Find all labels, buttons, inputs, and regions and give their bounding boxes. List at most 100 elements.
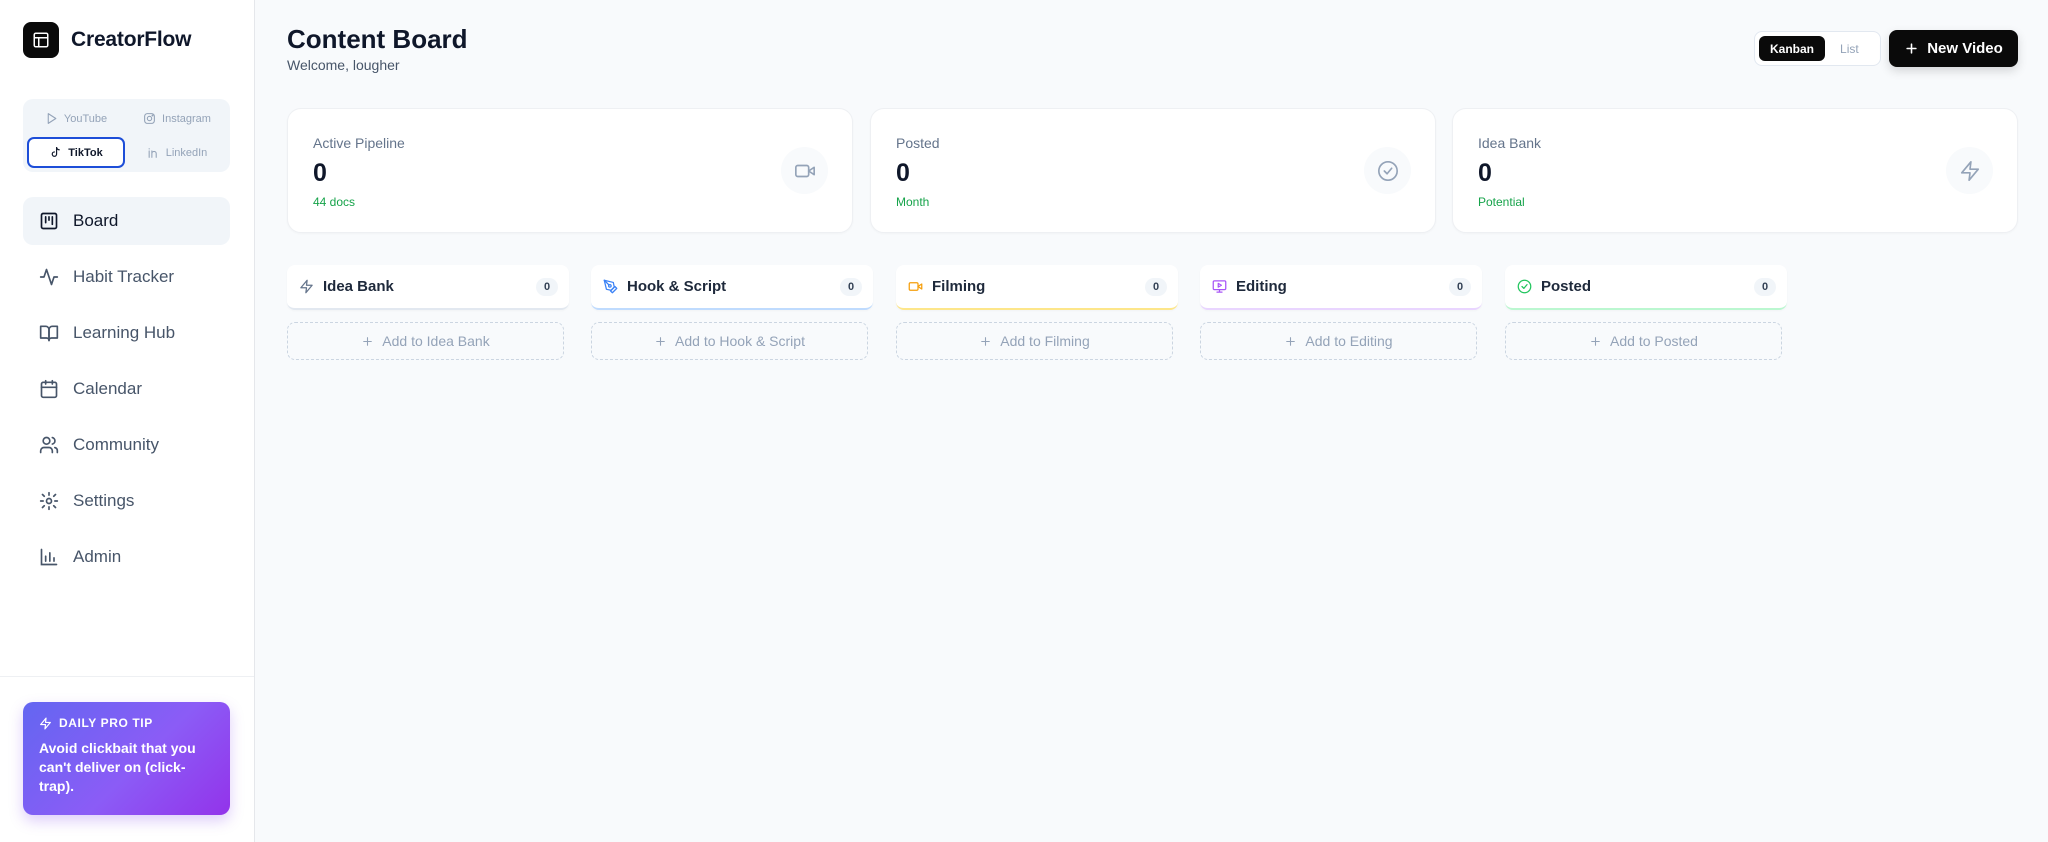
main-nav: Board Habit Tracker Learning Hub Calenda… [23,197,230,589]
nav-item-learning-hub[interactable]: Learning Hub [23,309,230,357]
plus-icon [363,336,373,346]
stat-label: Posted [896,135,940,151]
nav-item-label: Habit Tracker [73,267,175,286]
tip-heading-text: DAILY PRO TIP [59,716,153,730]
platform-linkedin[interactable]: LinkedIn [128,137,226,168]
add-to-column-button[interactable]: Add to Filming [896,322,1173,360]
nav-item-label: Admin [73,547,122,566]
nav-item-label: Board [73,211,119,230]
nav-item-label: Learning Hub [73,323,176,342]
nav-item-habit-tracker[interactable]: Habit Tracker [23,253,230,301]
plus-icon [1591,336,1600,346]
column-header[interactable]: Posted 0 [1505,265,1787,310]
brand[interactable]: CreatorFlow [23,22,192,58]
sidebar-divider [0,676,254,677]
stat-label: Active Pipeline [313,135,405,151]
column-hook-script: Hook & Script 0 Add to Hook & Script [591,265,873,360]
plus-icon [1906,43,1917,54]
kanban-icon [40,212,58,230]
book-open-icon [39,325,59,342]
plus-icon [656,336,665,346]
page-title: Content Board [287,24,468,54]
column-title: Idea Bank [323,278,394,295]
brand-logo-icon [23,22,59,58]
column-header[interactable]: Editing 0 [1200,265,1482,310]
instagram-icon [144,113,155,124]
lightning-icon [40,716,51,730]
plus-icon [981,336,991,346]
platform-label: LinkedIn [165,146,208,159]
platform-instagram[interactable]: Instagram [128,103,226,134]
add-label: Add to Hook & Script [675,333,805,349]
bar-chart-icon [40,548,58,566]
stat-sub: 44 docs [313,195,356,209]
tip-heading: DAILY PRO TIP [39,716,214,730]
add-to-column-button[interactable]: Add to Hook & Script [591,322,868,360]
platform-switcher: YouTube Instagram TikTok LinkedIn [23,99,230,172]
nav-item-label: Community [73,435,159,454]
add-to-column-button[interactable]: Add to Idea Bank [287,322,564,360]
check-circle-icon [1517,279,1532,294]
lightning-icon [300,279,313,294]
nav-item-label: Calendar [73,379,142,398]
nav-item-board[interactable]: Board [23,197,230,245]
plus-icon [1286,336,1296,346]
column-count-badge: 0 [536,277,558,296]
welcome-text: Welcome, lougher [287,57,400,73]
column-header[interactable]: Idea Bank 0 [287,265,569,310]
add-label: Add to Posted [1610,333,1698,349]
video-camera-icon [908,282,923,291]
users-icon [39,436,59,454]
stat-card-idea-bank: Idea Bank 0 Potential [1452,108,2018,233]
linkedin-icon [148,148,157,158]
music-note-icon [51,147,61,157]
gear-icon [39,491,59,511]
column-title: Editing [1236,278,1287,295]
stat-sub: Month [896,195,930,209]
nav-item-calendar[interactable]: Calendar [23,365,230,413]
platform-youtube[interactable]: YouTube [27,103,125,134]
new-video-label: New Video [1927,40,2003,57]
stat-label: Idea Bank [1478,135,1542,151]
stat-value: 0 [313,159,327,187]
stat-card-active-pipeline: Active Pipeline 0 44 docs [287,108,853,233]
add-label: Add to Idea Bank [382,333,490,349]
tip-text: Avoid clickbait that you can't deliver o… [39,740,196,794]
column-posted: Posted 0 Add to Posted [1505,265,1787,360]
stat-value: 0 [896,159,910,187]
platform-tiktok[interactable]: TikTok [27,137,125,168]
nav-item-settings[interactable]: Settings [23,477,230,525]
monitor-play-icon [1212,280,1227,293]
nav-item-community[interactable]: Community [23,421,230,469]
sidebar: CreatorFlow YouTube Instagram TikTok Lin… [0,0,255,842]
list-view-button[interactable]: List [1829,36,1870,61]
add-to-column-button[interactable]: Add to Editing [1200,322,1477,360]
check-circle-icon [1364,147,1411,194]
stat-sub: Potential [1478,195,1525,209]
column-editing: Editing 0 Add to Editing [1200,265,1482,360]
brand-name: CreatorFlow [71,28,192,51]
column-count-badge: 0 [1754,277,1776,296]
column-header[interactable]: Filming 0 [896,265,1178,310]
pen-tool-icon [603,279,618,294]
add-label: Add to Filming [1000,333,1090,349]
add-to-column-button[interactable]: Add to Posted [1505,322,1782,360]
nav-item-admin[interactable]: Admin [23,533,230,581]
video-camera-icon [781,147,828,194]
platform-label: Instagram [162,112,211,125]
column-count-badge: 0 [840,277,862,296]
column-title: Posted [1541,278,1592,295]
column-idea-bank: Idea Bank 0 Add to Idea Bank [287,265,569,360]
activity-icon [39,268,59,286]
column-count-badge: 0 [1145,277,1167,296]
lightning-icon [1946,147,1993,194]
nav-item-label: Settings [73,491,135,510]
column-title: Filming [932,278,986,295]
new-video-button[interactable]: New Video [1889,30,2018,67]
kanban-view-button[interactable]: Kanban [1759,36,1826,61]
column-count-badge: 0 [1449,277,1471,296]
stat-value: 0 [1478,159,1492,187]
column-header[interactable]: Hook & Script 0 [591,265,873,310]
column-filming: Filming 0 Add to Filming [896,265,1178,360]
column-title: Hook & Script [627,278,727,295]
